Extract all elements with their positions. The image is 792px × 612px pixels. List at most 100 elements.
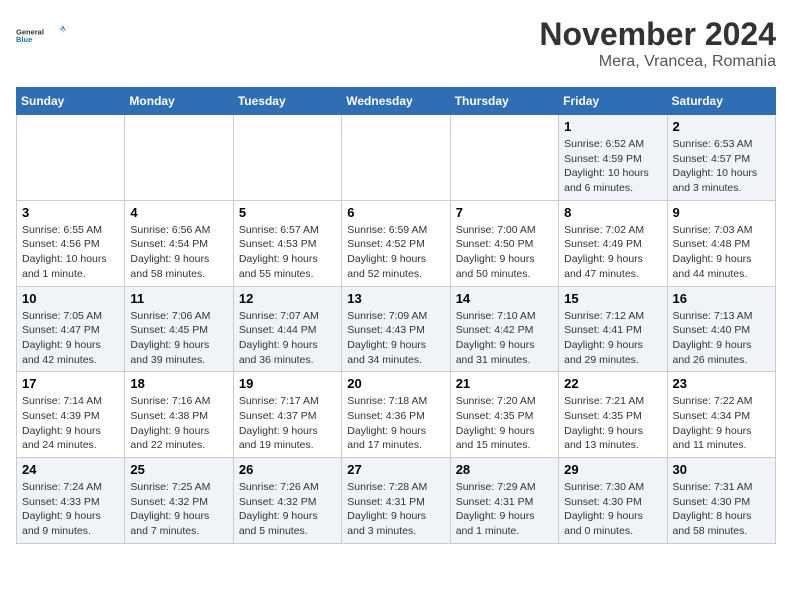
day-info: Sunrise: 7:14 AM Sunset: 4:39 PM Dayligh…	[22, 394, 119, 453]
day-info: Sunrise: 6:53 AM Sunset: 4:57 PM Dayligh…	[673, 137, 770, 196]
day-number: 16	[673, 291, 770, 306]
day-number: 1	[564, 119, 661, 134]
day-number: 23	[673, 376, 770, 391]
calendar-cell: 5 Sunrise: 6:57 AM Sunset: 4:53 PM Daylig…	[233, 200, 341, 286]
calendar-cell: 15 Sunrise: 7:12 AM Sunset: 4:41 PM Dayli…	[559, 286, 667, 372]
day-info: Sunrise: 7:31 AM Sunset: 4:30 PM Dayligh…	[673, 480, 770, 539]
day-number: 18	[130, 376, 227, 391]
calendar-cell: 11 Sunrise: 7:06 AM Sunset: 4:45 PM Dayli…	[125, 286, 233, 372]
day-info: Sunrise: 7:25 AM Sunset: 4:32 PM Dayligh…	[130, 480, 227, 539]
calendar-cell	[450, 115, 558, 201]
calendar-cell: 8 Sunrise: 7:02 AM Sunset: 4:49 PM Daylig…	[559, 200, 667, 286]
calendar-cell: 20 Sunrise: 7:18 AM Sunset: 4:36 PM Dayli…	[342, 372, 450, 458]
calendar-cell: 4Sunrise: 6:56 AM Sunset: 4:54 PM Daylig…	[125, 200, 233, 286]
weekday-header: Saturday	[667, 88, 775, 115]
calendar-cell: 17 Sunrise: 7:14 AM Sunset: 4:39 PM Dayli…	[17, 372, 125, 458]
calendar-cell: 27 Sunrise: 7:28 AM Sunset: 4:31 PM Dayli…	[342, 458, 450, 544]
day-number: 22	[564, 376, 661, 391]
day-number: 19	[239, 376, 336, 391]
calendar-week-row: 24 Sunrise: 7:24 AM Sunset: 4:33 PM Dayli…	[17, 458, 776, 544]
day-number: 17	[22, 376, 119, 391]
calendar-cell: 9 Sunrise: 7:03 AM Sunset: 4:48 PM Daylig…	[667, 200, 775, 286]
day-number: 11	[130, 291, 227, 306]
calendar-cell: 10Sunrise: 7:05 AM Sunset: 4:47 PM Dayli…	[17, 286, 125, 372]
day-number: 21	[456, 376, 553, 391]
day-info: Sunrise: 7:28 AM Sunset: 4:31 PM Dayligh…	[347, 480, 444, 539]
day-info: Sunrise: 7:30 AM Sunset: 4:30 PM Dayligh…	[564, 480, 661, 539]
day-number: 24	[22, 462, 119, 477]
weekday-header: Tuesday	[233, 88, 341, 115]
title-block: November 2024 Mera, Vrancea, Romania	[539, 16, 776, 71]
day-info: Sunrise: 7:16 AM Sunset: 4:38 PM Dayligh…	[130, 394, 227, 453]
day-info: Sunrise: 7:22 AM Sunset: 4:34 PM Dayligh…	[673, 394, 770, 453]
day-info: Sunrise: 7:18 AM Sunset: 4:36 PM Dayligh…	[347, 394, 444, 453]
day-info: Sunrise: 7:29 AM Sunset: 4:31 PM Dayligh…	[456, 480, 553, 539]
day-info: Sunrise: 7:20 AM Sunset: 4:35 PM Dayligh…	[456, 394, 553, 453]
calendar-cell: 25Sunrise: 7:25 AM Sunset: 4:32 PM Dayli…	[125, 458, 233, 544]
day-number: 30	[673, 462, 770, 477]
day-number: 20	[347, 376, 444, 391]
calendar-table: SundayMondayTuesdayWednesdayThursdayFrid…	[16, 87, 776, 544]
day-info: Sunrise: 7:13 AM Sunset: 4:40 PM Dayligh…	[673, 309, 770, 368]
weekday-header-row: SundayMondayTuesdayWednesdayThursdayFrid…	[17, 88, 776, 115]
calendar-cell: 23 Sunrise: 7:22 AM Sunset: 4:34 PM Dayli…	[667, 372, 775, 458]
calendar-cell: 3 Sunrise: 6:55 AM Sunset: 4:56 PM Daylig…	[17, 200, 125, 286]
day-info: Sunrise: 6:55 AM Sunset: 4:56 PM Dayligh…	[22, 223, 119, 282]
calendar-cell	[342, 115, 450, 201]
svg-text:Blue: Blue	[16, 35, 32, 44]
calendar-cell: 21 Sunrise: 7:20 AM Sunset: 4:35 PM Dayli…	[450, 372, 558, 458]
day-number: 5	[239, 205, 336, 220]
page-title: November 2024	[539, 16, 776, 53]
day-info: Sunrise: 7:17 AM Sunset: 4:37 PM Dayligh…	[239, 394, 336, 453]
day-number: 14	[456, 291, 553, 306]
day-info: Sunrise: 7:09 AM Sunset: 4:43 PM Dayligh…	[347, 309, 444, 368]
calendar-cell: 28 Sunrise: 7:29 AM Sunset: 4:31 PM Dayli…	[450, 458, 558, 544]
day-info: Sunrise: 7:02 AM Sunset: 4:49 PM Dayligh…	[564, 223, 661, 282]
day-number: 26	[239, 462, 336, 477]
day-info: Sunrise: 7:06 AM Sunset: 4:45 PM Dayligh…	[130, 309, 227, 368]
day-number: 15	[564, 291, 661, 306]
calendar-cell: 6 Sunrise: 6:59 AM Sunset: 4:52 PM Daylig…	[342, 200, 450, 286]
day-number: 29	[564, 462, 661, 477]
day-number: 6	[347, 205, 444, 220]
day-info: Sunrise: 7:26 AM Sunset: 4:32 PM Dayligh…	[239, 480, 336, 539]
calendar-cell: 29 Sunrise: 7:30 AM Sunset: 4:30 PM Dayli…	[559, 458, 667, 544]
calendar-cell: 19 Sunrise: 7:17 AM Sunset: 4:37 PM Dayli…	[233, 372, 341, 458]
day-info: Sunrise: 7:00 AM Sunset: 4:50 PM Dayligh…	[456, 223, 553, 282]
calendar-cell: 14 Sunrise: 7:10 AM Sunset: 4:42 PM Dayli…	[450, 286, 558, 372]
weekday-header: Wednesday	[342, 88, 450, 115]
calendar-week-row: 17 Sunrise: 7:14 AM Sunset: 4:39 PM Dayli…	[17, 372, 776, 458]
calendar-cell	[17, 115, 125, 201]
day-number: 27	[347, 462, 444, 477]
weekday-header: Sunday	[17, 88, 125, 115]
calendar-cell: 22Sunrise: 7:21 AM Sunset: 4:35 PM Dayli…	[559, 372, 667, 458]
page-subtitle: Mera, Vrancea, Romania	[539, 53, 776, 71]
page-header: General Blue November 2024 Mera, Vrancea…	[16, 16, 776, 71]
day-info: Sunrise: 7:10 AM Sunset: 4:42 PM Dayligh…	[456, 309, 553, 368]
calendar-cell	[233, 115, 341, 201]
day-info: Sunrise: 7:03 AM Sunset: 4:48 PM Dayligh…	[673, 223, 770, 282]
calendar-cell	[125, 115, 233, 201]
calendar-week-row: 3 Sunrise: 6:55 AM Sunset: 4:56 PM Daylig…	[17, 200, 776, 286]
calendar-cell: 7Sunrise: 7:00 AM Sunset: 4:50 PM Daylig…	[450, 200, 558, 286]
day-number: 4	[130, 205, 227, 220]
day-number: 9	[673, 205, 770, 220]
day-info: Sunrise: 6:57 AM Sunset: 4:53 PM Dayligh…	[239, 223, 336, 282]
day-number: 3	[22, 205, 119, 220]
day-info: Sunrise: 6:59 AM Sunset: 4:52 PM Dayligh…	[347, 223, 444, 282]
day-info: Sunrise: 7:24 AM Sunset: 4:33 PM Dayligh…	[22, 480, 119, 539]
weekday-header: Monday	[125, 88, 233, 115]
day-number: 28	[456, 462, 553, 477]
day-info: Sunrise: 7:12 AM Sunset: 4:41 PM Dayligh…	[564, 309, 661, 368]
calendar-cell: 18 Sunrise: 7:16 AM Sunset: 4:38 PM Dayli…	[125, 372, 233, 458]
day-number: 12	[239, 291, 336, 306]
day-number: 10	[22, 291, 119, 306]
calendar-week-row: 1Sunrise: 6:52 AM Sunset: 4:59 PM Daylig…	[17, 115, 776, 201]
calendar-cell: 1Sunrise: 6:52 AM Sunset: 4:59 PM Daylig…	[559, 115, 667, 201]
weekday-header: Friday	[559, 88, 667, 115]
day-info: Sunrise: 7:07 AM Sunset: 4:44 PM Dayligh…	[239, 309, 336, 368]
calendar-cell: 26 Sunrise: 7:26 AM Sunset: 4:32 PM Dayli…	[233, 458, 341, 544]
day-number: 2	[673, 119, 770, 134]
calendar-cell: 2 Sunrise: 6:53 AM Sunset: 4:57 PM Daylig…	[667, 115, 775, 201]
day-number: 8	[564, 205, 661, 220]
